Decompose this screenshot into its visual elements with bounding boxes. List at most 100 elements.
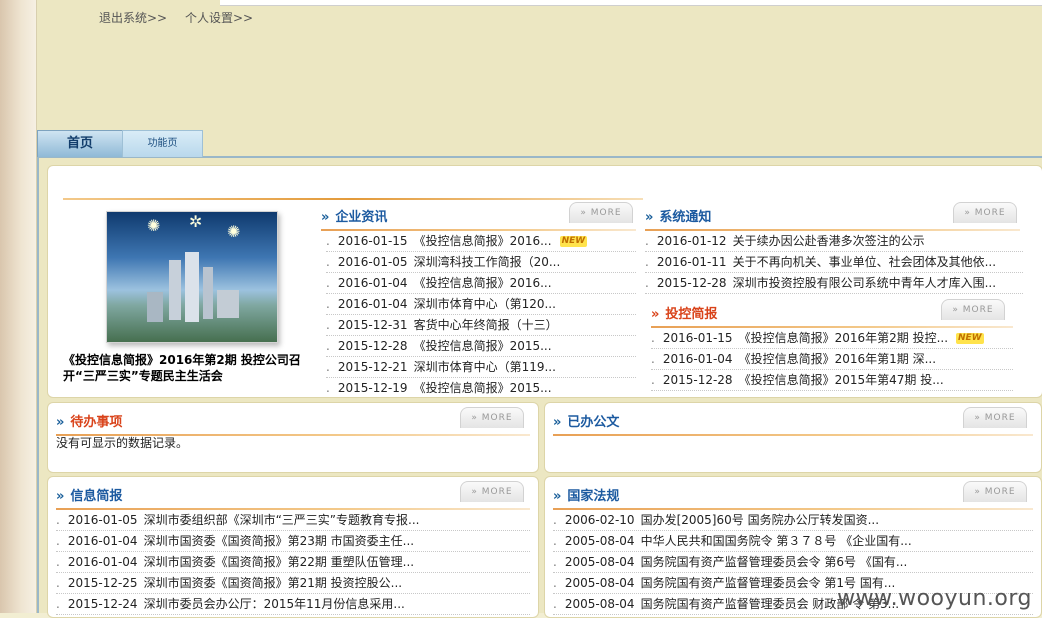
bullet-dot: . — [553, 513, 557, 527]
more-button[interactable]: » MORE — [460, 407, 524, 428]
list-item[interactable]: . 2016-01-05 深圳湾科技工作简报（20... — [326, 252, 636, 273]
item-date: 2016-01-04 — [662, 352, 733, 366]
item-title[interactable]: 《投控信息简报》2016年第1期 深... — [739, 352, 936, 366]
list-item[interactable]: . 2015-12-24 深圳市委员会办公厅：2015年11月份信息采用... — [56, 594, 530, 615]
item-title[interactable]: 《投控信息简报》2015... — [414, 381, 552, 395]
item-title[interactable]: 深圳市委组织部《深圳市“三严三实”专题教育专报... — [144, 513, 420, 527]
bullet-dot: . — [326, 339, 330, 353]
more-button[interactable]: » MORE — [569, 202, 633, 223]
bullet-dot: . — [553, 555, 557, 569]
item-date: 2005-08-04 — [564, 555, 635, 569]
empty-message: 没有可显示的数据记录。 — [56, 436, 189, 450]
list-item[interactable]: . 2016-01-04 深圳市国资委《国资简报》第23期 市国资委主任... — [56, 531, 530, 552]
list-item[interactable]: . 2016-01-04 《投控信息简报》2016... — [326, 273, 636, 294]
item-date: 2015-12-28 — [662, 373, 733, 387]
item-title[interactable]: 《投控信息简报》2016年第2期 投控... — [739, 331, 948, 345]
item-title[interactable]: 深圳市委员会办公厅：2015年11月份信息采用... — [144, 597, 405, 611]
item-title[interactable]: 《投控信息简报》2015... — [414, 339, 552, 353]
item-title[interactable]: 国务院国有资产监督管理委员会令 第6号 《国有... — [641, 555, 908, 569]
system-notice-header: » 系统通知 » MORE — [645, 202, 1020, 231]
list-item[interactable]: . 2006-02-10 国办发[2005]60号 国务院办公厅转发国资... — [553, 510, 1033, 531]
list-item[interactable]: . 2016-01-12 关于续办因公赴香港多次签注的公示 — [645, 231, 1023, 252]
item-title[interactable]: 中华人民共和国国务院令 第３７８号 《企业国有... — [641, 534, 912, 548]
list-item[interactable]: . 2015-12-28 《投控信息简报》2015年第47期 投... — [651, 370, 1013, 391]
list-item[interactable]: . 2016-01-15 《投控信息简报》2016... NEW — [326, 231, 636, 252]
more-button[interactable]: » MORE — [953, 202, 1017, 223]
item-date: 2015-12-19 — [337, 381, 408, 395]
firework-icon: ✺ — [227, 222, 241, 241]
bullet-dot: . — [651, 331, 655, 345]
list-item[interactable]: . 2005-08-04 中华人民共和国国务院令 第３７８号 《企业国有... — [553, 531, 1033, 552]
list-item[interactable]: . 2016-01-15 《投控信息简报》2016年第2期 投控... NEW — [651, 328, 1013, 349]
list-item[interactable]: . 2016-01-04 《投控信息简报》2016年第1期 深... — [651, 349, 1013, 370]
feature-caption[interactable]: 《投控信息简报》2016年第2期 投控公司召开“三严三实”专题民主生活会 — [63, 352, 318, 384]
more-button[interactable]: » MORE — [460, 481, 524, 502]
feature-image[interactable]: ✺ ✺ ✲ — [106, 211, 278, 343]
bullet-dot: . — [56, 597, 60, 611]
item-title[interactable]: 客货中心年终简报（十三） — [414, 318, 558, 332]
section-title: 已办公文 — [567, 415, 620, 430]
settings-link[interactable]: 个人设置>> — [185, 11, 253, 25]
tab-home[interactable]: 首页 — [37, 130, 123, 157]
todo-header: » 待办事项 » MORE — [56, 407, 530, 436]
list-item[interactable]: . 2016-01-05 深圳市委组织部《深圳市“三严三实”专题教育专报... — [56, 510, 530, 531]
list-item[interactable]: . 2005-08-04 国务院国有资产监督管理委员会令 第6号 《国有... — [553, 552, 1033, 573]
tab-function[interactable]: 功能页 — [122, 130, 203, 157]
item-date: 2016-01-11 — [656, 255, 727, 269]
more-button[interactable]: » MORE — [963, 481, 1027, 502]
list-item[interactable]: . 2015-12-19 《投控信息简报》2015... — [326, 378, 636, 397]
item-title[interactable]: 深圳市体育中心（第120... — [414, 297, 556, 311]
item-title[interactable]: 《投控信息简报》2016... — [414, 276, 552, 290]
list-item[interactable]: . 2016-01-11 关于不再向机关、事业单位、社会团体及其他依... — [645, 252, 1023, 273]
list-item[interactable]: . 2015-12-31 客货中心年终简报（十三） — [326, 315, 636, 336]
item-date: 2015-12-21 — [337, 360, 408, 374]
item-title[interactable]: 关于不再向机关、事业单位、社会团体及其他依... — [733, 255, 996, 269]
logout-link[interactable]: 退出系统>> — [99, 11, 167, 25]
item-title[interactable]: 深圳湾科技工作简报（20... — [414, 255, 561, 269]
top-news-panel: ✺ ✺ ✲ 《投控信息简报》2016年第2期 投控公司召开“三严三实”专题民主生… — [47, 165, 1042, 398]
item-date: 2016-01-05 — [67, 513, 138, 527]
bullet-dot: . — [56, 555, 60, 569]
item-title[interactable]: 国办发[2005]60号 国务院办公厅转发国资... — [641, 513, 879, 527]
left-decorative-strip — [0, 0, 37, 613]
list-item[interactable]: . 2015-12-28 深圳市投资控股有限公司系统中青年人才库入围... — [645, 273, 1023, 294]
list-item[interactable]: . 2016-01-04 深圳市体育中心（第120... — [326, 294, 636, 315]
double-chevron-icon: » — [645, 210, 654, 225]
item-title[interactable]: 深圳市投资控股有限公司系统中青年人才库入围... — [733, 276, 996, 290]
list-item[interactable]: . 2015-12-25 深圳市国资委《国资简报》第21期 投资控股公... — [56, 573, 530, 594]
section-title: 系统通知 — [659, 210, 712, 225]
header-banner: 退出系统>> 个人设置>> — [37, 0, 1042, 130]
more-button[interactable]: » MORE — [941, 299, 1005, 320]
item-title[interactable]: 深圳市体育中心（第119... — [414, 360, 556, 374]
section-title: 企业资讯 — [335, 210, 388, 225]
item-date: 2005-08-04 — [564, 576, 635, 590]
firework-icon: ✲ — [189, 212, 203, 231]
item-date: 2015-12-28 — [337, 339, 408, 353]
item-title[interactable]: 深圳市国资委《国资简报》第22期 重塑队伍管理... — [144, 555, 415, 569]
double-chevron-icon: » — [56, 415, 65, 430]
item-date: 2016-01-05 — [337, 255, 408, 269]
item-title[interactable]: 深圳市国资委《国资简报》第23期 市国资委主任... — [144, 534, 415, 548]
item-title[interactable]: 《投控信息简报》2015年第47期 投... — [739, 373, 944, 387]
item-date: 2016-01-04 — [337, 297, 408, 311]
double-chevron-icon: » — [553, 489, 562, 504]
item-title[interactable]: 《投控信息简报》2016... — [414, 234, 552, 248]
item-title[interactable]: 关于续办因公赴香港多次签注的公示 — [733, 234, 925, 248]
bullet-dot: . — [326, 276, 330, 290]
building-shape — [203, 267, 213, 319]
item-date: 2016-01-04 — [337, 276, 408, 290]
info-bulletin-list: . 2016-01-05 深圳市委组织部《深圳市“三严三实”专题教育专报.... 20… — [56, 510, 530, 615]
new-badge: NEW — [956, 333, 984, 344]
bullet-dot: . — [553, 534, 557, 548]
main-content: ✺ ✺ ✲ 《投控信息简报》2016年第2期 投控公司召开“三严三实”专题民主生… — [37, 158, 1042, 618]
item-date: 2015-12-25 — [67, 576, 138, 590]
more-button[interactable]: » MORE — [963, 407, 1027, 428]
section-title: 信息简报 — [70, 489, 123, 504]
list-item[interactable]: . 2016-01-04 深圳市国资委《国资简报》第22期 重塑队伍管理... — [56, 552, 530, 573]
list-item[interactable]: . 2015-12-21 深圳市体育中心（第119... — [326, 357, 636, 378]
section-title: 国家法规 — [567, 489, 620, 504]
bullet-dot: . — [326, 360, 330, 374]
list-item[interactable]: . 2015-12-28 《投控信息简报》2015... — [326, 336, 636, 357]
bullet-dot: . — [651, 373, 655, 387]
item-title[interactable]: 深圳市国资委《国资简报》第21期 投资控股公... — [144, 576, 403, 590]
